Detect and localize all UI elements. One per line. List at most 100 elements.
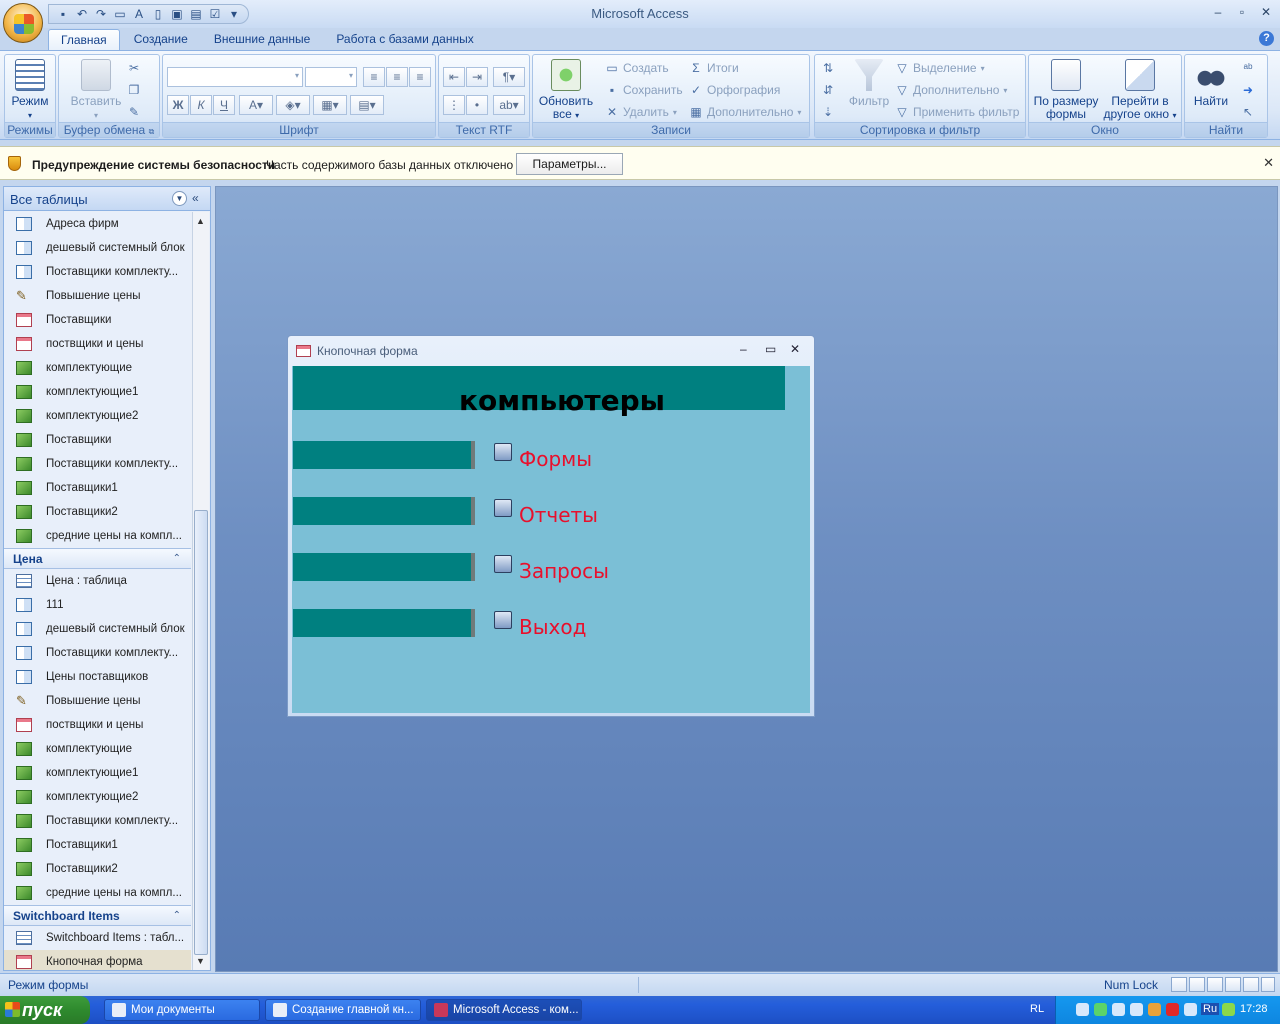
font-size-select[interactable]: ▾	[305, 67, 357, 87]
nav-item[interactable]: комплектующие1	[4, 380, 191, 404]
minimize-icon[interactable]: –	[1207, 5, 1229, 21]
help-icon[interactable]: ?	[1259, 31, 1274, 46]
nav-item[interactable]: Поставщики комплекту...	[4, 809, 191, 833]
speaker-icon[interactable]	[1148, 1003, 1161, 1016]
layout-view-icon[interactable]	[1225, 977, 1241, 992]
nav-item[interactable]: Цены поставщиков	[4, 665, 191, 689]
cut-button[interactable]: ✂	[127, 61, 141, 75]
nav-item[interactable]: дешевый системный блок	[4, 617, 191, 641]
new-record-button[interactable]: ▭ Создать	[605, 61, 668, 75]
clear-sort-button[interactable]: ⇣	[821, 105, 835, 119]
close-icon[interactable]: ✕	[1255, 5, 1277, 21]
nav-item[interactable]: Поставщики	[4, 428, 191, 452]
nav-item[interactable]: Цена : таблица	[4, 569, 191, 593]
nav-item[interactable]: ✎ Повышение цены	[4, 284, 191, 308]
align-center-icon[interactable]: ≡	[386, 67, 408, 87]
sort-descending-button[interactable]: ⇵	[821, 83, 835, 97]
nav-item[interactable]: 111	[4, 593, 191, 617]
datasheet-view-icon[interactable]	[1189, 977, 1205, 992]
minimize-icon[interactable]: –	[740, 342, 747, 356]
underline-icon[interactable]: Ч	[213, 95, 235, 115]
close-icon[interactable]: ✕	[790, 342, 800, 356]
increase-indent-icon[interactable]: ⇥	[466, 67, 488, 87]
bullets-icon[interactable]: •	[466, 95, 488, 115]
antivirus-icon[interactable]	[1166, 1003, 1179, 1016]
tab-home[interactable]: Главная	[48, 29, 120, 51]
scroll-thumb[interactable]	[194, 510, 208, 955]
toggle-filter-button[interactable]: ▽ Применить фильтр	[895, 105, 1019, 119]
nav-pane-header[interactable]: Все таблицы ▼ «	[4, 187, 210, 211]
close-icon[interactable]: ✕	[1263, 155, 1274, 171]
scroll-up-icon[interactable]: ▲	[196, 216, 205, 226]
numbering-icon[interactable]: ⋮	[443, 95, 465, 115]
nav-item[interactable]: комплектующие	[4, 356, 191, 380]
nav-item[interactable]: Поставщики комплекту...	[4, 452, 191, 476]
mode-button[interactable]: Режим ▾	[7, 59, 53, 122]
align-right-icon[interactable]: ≡	[409, 67, 431, 87]
switchboard-label-forms[interactable]: Формы	[519, 447, 592, 471]
resize-grip-icon[interactable]	[1261, 977, 1275, 992]
tab-external-data[interactable]: Внешние данные	[202, 29, 323, 51]
paragraph-icon[interactable]: ¶▾	[493, 67, 525, 87]
switch-windows-button[interactable]: Перейти в другое окно ▾	[1101, 59, 1179, 122]
nav-item[interactable]: поствщики и цены	[4, 713, 191, 737]
nav-group-price[interactable]: Цена ⌃	[4, 548, 191, 569]
nav-item[interactable]: Поставщики комплекту...	[4, 260, 191, 284]
delete-record-button[interactable]: ✕ Удалить ▾	[605, 105, 677, 119]
find-button[interactable]: Найти	[1187, 59, 1235, 108]
nav-item[interactable]: поствщики и цены	[4, 332, 191, 356]
spelling-button[interactable]: ✓ Орфография	[689, 83, 780, 97]
font-name-select[interactable]: ▾	[167, 67, 303, 87]
tray-app-icon[interactable]	[1130, 1003, 1143, 1016]
filter-button[interactable]: Фильтр	[845, 59, 893, 108]
paste-button[interactable]: Вставить ▾	[63, 59, 129, 122]
size-to-fit-button[interactable]: По размеру формы	[1031, 59, 1101, 121]
nav-item[interactable]: комплектующие2	[4, 404, 191, 428]
nav-item[interactable]: комплектующие1	[4, 761, 191, 785]
switchboard-label-reports[interactable]: Отчеты	[519, 503, 598, 527]
sort-ascending-button[interactable]: ⇅	[821, 61, 835, 75]
nav-scrollbar[interactable]: ▲ ▼	[192, 212, 209, 970]
bold-icon[interactable]: Ж	[167, 95, 189, 115]
nav-item[interactable]: средние цены на компл...	[4, 881, 191, 905]
nav-item[interactable]: Кнопочная форма	[4, 950, 191, 970]
nav-item[interactable]: средние цены на компл...	[4, 524, 191, 548]
tray-status-icon[interactable]	[1094, 1003, 1107, 1016]
font-color-icon[interactable]: A▾	[239, 95, 273, 115]
switchboard-button-reports[interactable]	[494, 499, 512, 517]
design-view-icon[interactable]	[1243, 977, 1259, 992]
restore-icon[interactable]: ▫	[1231, 5, 1253, 21]
nav-item[interactable]: Поставщики1	[4, 476, 191, 500]
language-indicator-left[interactable]: RL	[1030, 1003, 1044, 1015]
nav-item[interactable]: ✎ Повышение цены	[4, 689, 191, 713]
records-more-button[interactable]: ▦ Дополнительно ▾	[689, 105, 801, 119]
switchboard-button-exit[interactable]	[494, 611, 512, 629]
refresh-all-button[interactable]: Обновить все ▾	[535, 59, 597, 122]
language-indicator[interactable]: Ru	[1201, 1003, 1220, 1015]
save-record-button[interactable]: ▪ Сохранить	[605, 83, 683, 97]
nav-item[interactable]: дешевый системный блок	[4, 236, 191, 260]
pivot-table-view-icon[interactable]	[1207, 977, 1223, 992]
italic-icon[interactable]: К	[190, 95, 212, 115]
task-word-document[interactable]: Создание главной кн...	[265, 999, 421, 1021]
nav-item[interactable]: комплектующие	[4, 737, 191, 761]
task-microsoft-access[interactable]: Microsoft Access - ком...	[426, 999, 582, 1021]
tab-database-tools[interactable]: Работа с базами данных	[324, 29, 485, 51]
replace-button[interactable]: ᵃᵇ	[1241, 61, 1255, 75]
volume-icon[interactable]	[1112, 1003, 1125, 1016]
options-button[interactable]: Параметры...	[516, 153, 623, 175]
advanced-filter-button[interactable]: ▽ Дополнительно ▾	[895, 83, 1007, 97]
collapse-pane-icon[interactable]: «	[192, 191, 199, 205]
network-icon[interactable]	[1184, 1003, 1197, 1016]
form-view-icon[interactable]	[1171, 977, 1187, 992]
align-left-icon[interactable]: ≡	[363, 67, 385, 87]
nav-item[interactable]: Поставщики комплекту...	[4, 641, 191, 665]
totals-button[interactable]: Σ Итоги	[689, 61, 738, 75]
alternate-fill-icon[interactable]: ▤▾	[350, 95, 384, 115]
switchboard-label-exit[interactable]: Выход	[519, 615, 586, 639]
office-button[interactable]	[3, 3, 43, 43]
nav-group-switchboard[interactable]: Switchboard Items ⌃	[4, 905, 191, 926]
nav-item[interactable]: Поставщики2	[4, 500, 191, 524]
scroll-down-icon[interactable]: ▼	[196, 956, 205, 966]
gridlines-icon[interactable]: ▦▾	[313, 95, 347, 115]
